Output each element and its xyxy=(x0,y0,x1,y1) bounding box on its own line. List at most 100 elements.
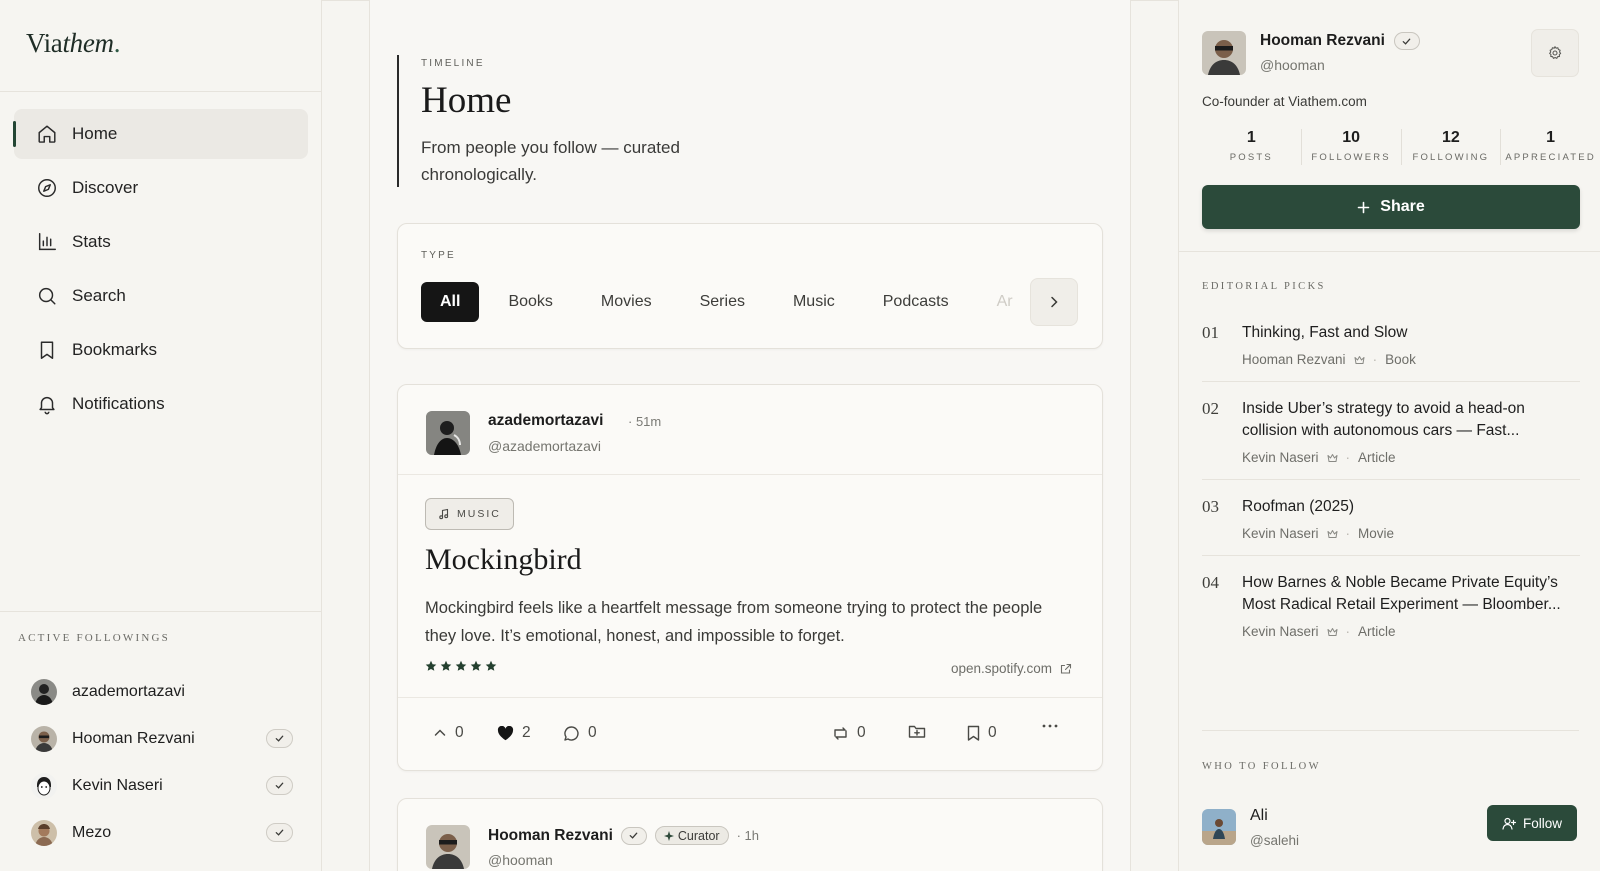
post-timestamp: · 51m xyxy=(628,414,662,429)
stat-followers[interactable]: 10 FOLLOWERS xyxy=(1302,129,1402,165)
avatar[interactable] xyxy=(426,825,470,869)
post-card: Hooman Rezvani Curator · 1h @hooman xyxy=(397,798,1103,871)
post-header: azademortazavi · 51m @azademortazavi xyxy=(398,385,1102,475)
link-text: open.spotify.com xyxy=(950,661,1052,676)
bookmark-icon xyxy=(36,339,58,361)
post-handle[interactable]: @azademortazavi xyxy=(488,438,601,454)
star-icon xyxy=(485,660,497,671)
profile-name-row: Hooman Rezvani xyxy=(1260,32,1420,50)
like-button[interactable]: 2 xyxy=(497,724,531,742)
stat-posts[interactable]: 1 POSTS xyxy=(1202,129,1302,165)
editorial-pick[interactable]: 04 How Barnes & Noble Became Private Equ… xyxy=(1202,572,1580,653)
following-item[interactable]: Hooman Rezvani xyxy=(31,715,293,762)
stat-appreciated[interactable]: 1 APPRECIATED xyxy=(1501,129,1600,165)
bookmark-icon xyxy=(967,725,980,741)
nav-item-home[interactable]: Home xyxy=(13,109,308,159)
pick-title: Roofman (2025) xyxy=(1242,498,1355,515)
comment-button[interactable]: 0 xyxy=(563,724,597,742)
pick-type: Movie xyxy=(1358,526,1395,541)
suggested-user: Ali @salehi Follow xyxy=(1202,805,1580,852)
nav-item-discover[interactable]: Discover xyxy=(14,163,308,213)
profile-bio: Co-founder at Viathem.com xyxy=(1202,94,1367,109)
post-username[interactable]: azademortazavi xyxy=(488,412,603,430)
suggested-user-handle: @salehi xyxy=(1250,833,1299,848)
following-item[interactable]: Mezo xyxy=(31,809,293,856)
chip-music[interactable]: Music xyxy=(769,282,859,322)
curator-badge: Curator xyxy=(654,826,729,845)
crown-icon xyxy=(1327,453,1338,462)
stat-value: 1 xyxy=(1246,129,1256,146)
category-tag[interactable]: MUSIC xyxy=(425,498,514,530)
timeline-eyebrow: TIMELINE xyxy=(421,58,485,69)
pick-meta: Kevin Naseri · Article xyxy=(1242,450,1580,465)
chip-movies[interactable]: Movies xyxy=(577,282,676,322)
nav-item-notifications[interactable]: Notifications xyxy=(14,379,308,429)
stat-following[interactable]: 12 FOLLOWING xyxy=(1402,129,1502,165)
profile-name[interactable]: Hooman Rezvani xyxy=(1260,32,1385,50)
logo-dot: . xyxy=(113,28,121,58)
following-name: azademortazavi xyxy=(72,682,185,700)
add-to-collection-button[interactable] xyxy=(908,724,926,739)
editorial-pick[interactable]: 03 Roofman (2025) Kevin Naseri · Movie xyxy=(1202,496,1580,556)
pick-type: Article xyxy=(1358,624,1396,639)
follow-button[interactable]: Follow xyxy=(1487,805,1577,841)
nav-item-bookmarks[interactable]: Bookmarks xyxy=(14,325,308,375)
avatar[interactable] xyxy=(1202,31,1246,75)
crown-icon xyxy=(1327,627,1338,636)
post-username[interactable]: Hooman Rezvani xyxy=(488,827,613,845)
star-icon xyxy=(440,660,452,671)
chip-articles[interactable]: Ar xyxy=(973,282,1036,322)
external-link[interactable]: open.spotify.com xyxy=(951,661,1072,676)
app-logo[interactable]: Viathem. xyxy=(26,28,121,59)
chip-podcasts[interactable]: Podcasts xyxy=(859,282,973,322)
star-icon xyxy=(425,660,437,671)
repost-button[interactable]: 0 xyxy=(832,724,866,742)
pick-type: Article xyxy=(1358,450,1396,465)
following-name: Hooman Rezvani xyxy=(72,729,195,747)
crown-icon xyxy=(1354,355,1365,364)
share-label: Share xyxy=(1380,198,1425,215)
upvote-count: 0 xyxy=(455,724,464,741)
upvote-button[interactable]: 0 xyxy=(433,724,464,742)
post-handle[interactable]: @hooman xyxy=(488,852,553,868)
chevron-up-icon xyxy=(434,729,446,736)
editorial-pick[interactable]: 02 Inside Uber’s strategy to avoid a hea… xyxy=(1202,398,1580,480)
chips-scroll-next-button[interactable] xyxy=(1030,278,1078,326)
pick-number: 01 xyxy=(1202,323,1219,342)
meta-separator: · xyxy=(1372,352,1378,367)
nav-item-search[interactable]: Search xyxy=(14,271,308,321)
suggested-user-name[interactable]: Ali xyxy=(1250,807,1268,825)
verified-check-icon xyxy=(1393,32,1420,50)
nav-item-stats[interactable]: Stats xyxy=(14,217,308,267)
following-item[interactable]: azademortazavi xyxy=(31,668,293,715)
repost-count: 0 xyxy=(857,724,866,741)
avatar xyxy=(31,678,57,705)
avatar[interactable] xyxy=(1202,809,1236,845)
bookmark-button[interactable]: 0 xyxy=(967,724,997,742)
chip-books[interactable]: Books xyxy=(484,282,576,322)
sidebar-divider xyxy=(0,91,321,92)
type-filter-card: TYPE All Books Movies Series Music Podca… xyxy=(397,223,1103,349)
right-sidebar: Hooman Rezvani @hooman Co-founder at Via… xyxy=(1178,0,1600,871)
pick-author: Kevin Naseri xyxy=(1242,526,1319,541)
timeline-header: TIMELINE Home From people you follow — c… xyxy=(397,55,721,187)
more-options-button[interactable] xyxy=(1042,724,1058,728)
pick-meta: Hooman Rezvani · Book xyxy=(1242,352,1580,367)
pick-author: Kevin Naseri xyxy=(1242,450,1319,465)
post-title[interactable]: Mockingbird xyxy=(425,543,582,577)
nav-label: Stats xyxy=(72,232,111,251)
settings-button[interactable] xyxy=(1531,29,1579,77)
avatar xyxy=(31,819,57,846)
following-name: Mezo xyxy=(72,823,112,841)
pick-meta: Kevin Naseri · Article xyxy=(1242,624,1580,639)
meta-separator: · xyxy=(1345,450,1351,465)
avatar[interactable] xyxy=(426,411,470,455)
chip-all[interactable]: All xyxy=(421,282,480,322)
meta-separator: · xyxy=(1345,526,1351,541)
editorial-pick[interactable]: 01 Thinking, Fast and Slow Hooman Rezvan… xyxy=(1202,322,1580,382)
verified-check-icon xyxy=(266,823,293,842)
following-item[interactable]: Kevin Naseri xyxy=(31,762,293,809)
chip-series[interactable]: Series xyxy=(676,282,769,322)
share-button[interactable]: Share xyxy=(1202,185,1580,229)
curator-label: Curator xyxy=(677,828,720,843)
